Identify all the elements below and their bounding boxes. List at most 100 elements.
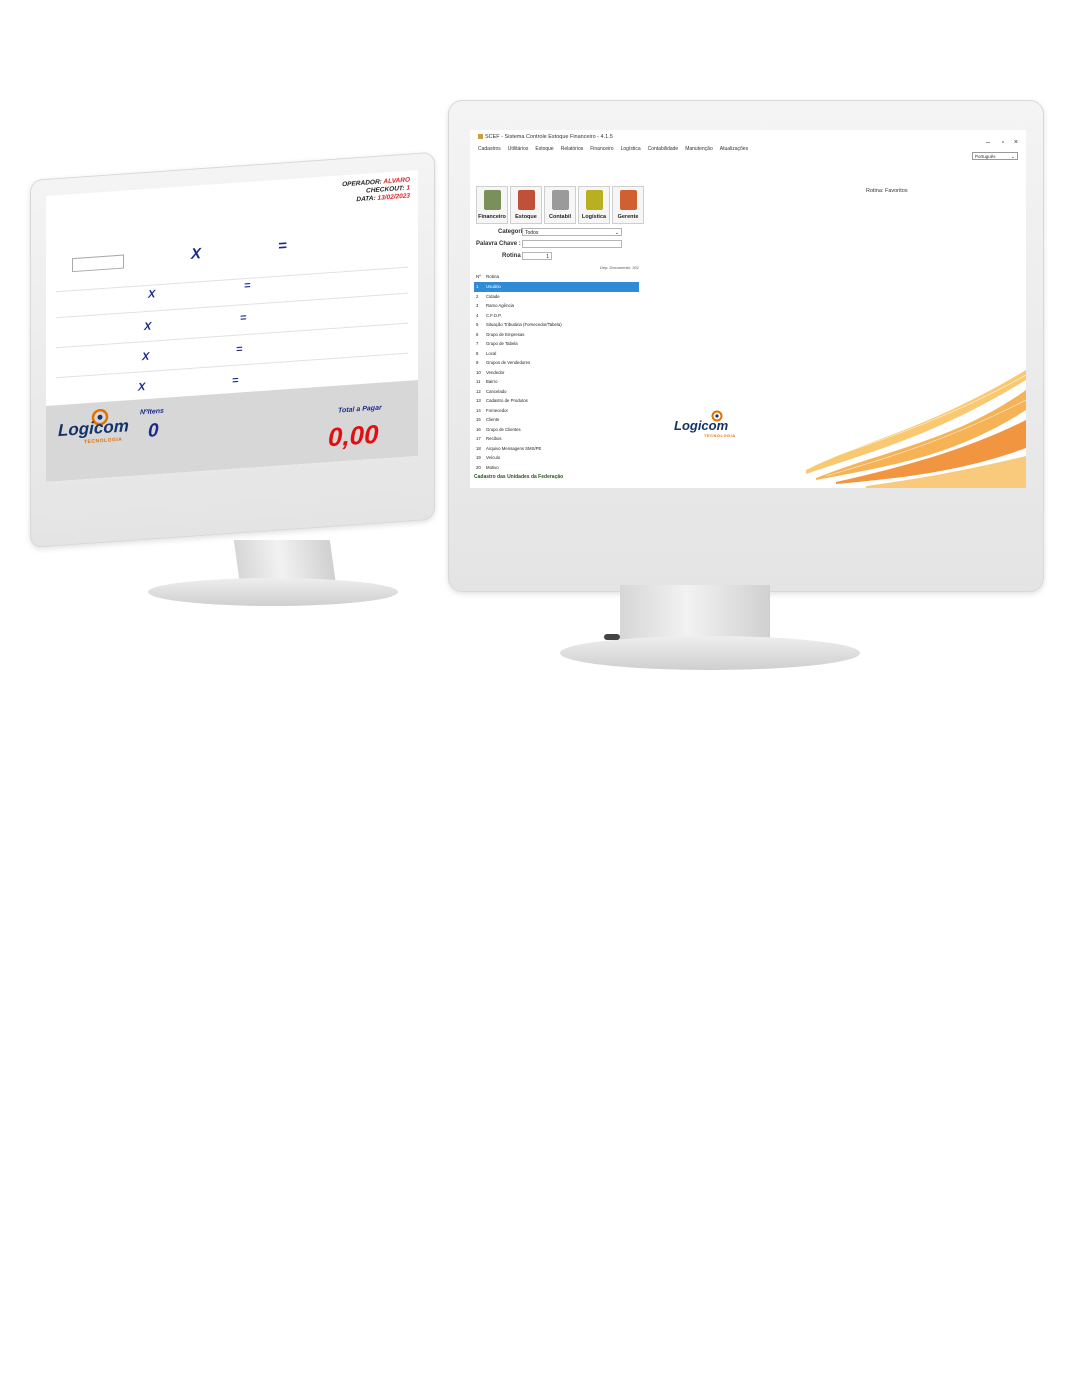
list-item[interactable]: 20 Motivo xyxy=(474,463,639,473)
item-name: Arquivo Mensagens SMS/PE xyxy=(486,445,542,451)
list-item[interactable]: 12 Cancelado xyxy=(474,387,639,397)
item-name: Local xyxy=(486,350,497,356)
status-bar: Cadastro das Unidades da Federação xyxy=(474,474,564,480)
header-rotina: Rotina xyxy=(486,274,500,279)
module-estoque-button[interactable]: Estoque xyxy=(510,186,542,224)
list-item[interactable]: 4 C.F.O.P. xyxy=(474,311,639,321)
itens-value: 0 xyxy=(148,420,159,442)
item-name: Cancelado xyxy=(486,388,507,394)
language-select[interactable]: Português ⌄ xyxy=(972,152,1018,160)
menu-contabilidade[interactable]: Contabilidade xyxy=(648,146,679,154)
item-number: 14 xyxy=(476,407,481,413)
item-number: 3 xyxy=(476,303,479,308)
list-item[interactable]: 13 Cadastro de Produtos xyxy=(474,396,639,406)
list-item[interactable]: 10 Vendedor xyxy=(474,368,639,378)
erp-monitor: SCEF - Sistema Controle Estoque Financei… xyxy=(0,100,1071,1392)
item-name: Grupo de Clientes xyxy=(486,426,521,432)
module-financeiro-button[interactable]: Financeiro xyxy=(476,186,508,224)
item-name: Usuário xyxy=(486,284,501,289)
module-contabil-button[interactable]: Contabil xyxy=(544,186,576,224)
barcode-input[interactable] xyxy=(72,254,124,273)
list-header: Nº Rotina xyxy=(474,274,639,282)
chevron-down-icon: ⌄ xyxy=(614,230,619,236)
row-total-eq: = xyxy=(236,343,243,356)
maximize-button[interactable]: ▫ xyxy=(1002,139,1004,146)
menu-bar: Cadastros Utilitários Estoque Relatórios… xyxy=(478,146,748,154)
item-name: Bairro xyxy=(486,379,498,384)
close-button[interactable]: × xyxy=(1014,139,1018,146)
row-qty-x: X xyxy=(142,350,150,364)
item-name: Cliente xyxy=(486,417,500,422)
erp-monitor-stand-base xyxy=(560,636,860,670)
item-number: 8 xyxy=(476,350,479,356)
list-item[interactable]: 18 Arquivo Mensagens SMS/PE xyxy=(474,444,639,454)
menu-financeiro[interactable]: Financeiro xyxy=(590,146,613,154)
item-name: Fornecedor xyxy=(486,407,508,413)
list-item[interactable]: 8 Local xyxy=(474,349,639,359)
logo-tagline: TECNOLOGIA xyxy=(84,436,123,446)
item-number: 15 xyxy=(476,417,481,422)
list-item xyxy=(56,322,408,349)
item-total-eq: = xyxy=(278,237,287,255)
checkout-value: 1 xyxy=(406,184,410,192)
data-value: 13/02/2023 xyxy=(377,192,410,202)
orange-swoosh-decoration xyxy=(806,370,1026,488)
rotina-label: Rotina : xyxy=(502,253,525,259)
list-item[interactable]: 17 Recibos xyxy=(474,434,639,444)
item-number: 19 xyxy=(476,455,481,460)
chevron-down-icon: ⌄ xyxy=(1010,154,1015,160)
item-number: 2 xyxy=(476,293,479,299)
item-name: Situação Tributária (Fornecedor/Tabela) xyxy=(486,322,562,327)
item-number: 6 xyxy=(476,331,479,337)
list-item[interactable]: 7 Grupo de Tabela xyxy=(474,339,639,349)
list-item xyxy=(56,266,408,293)
itens-label: NºItens xyxy=(140,407,164,417)
menu-utilitarios[interactable]: Utilitários xyxy=(508,146,529,154)
list-item[interactable]: 9 Grupos de Vendedores xyxy=(474,358,639,368)
menu-atualizacoes[interactable]: Atualizações xyxy=(720,146,748,154)
rotina-list: 1 Usuário 2 Cidade 3 Ramo Agência 4 C.F.O.P.… xyxy=(474,282,639,472)
list-item[interactable]: 11 Bairro xyxy=(474,377,639,387)
rotina-title: Rotina: Favoritos xyxy=(866,188,908,194)
item-number: 16 xyxy=(476,426,481,432)
module-gerente-button[interactable]: Gerente xyxy=(612,186,644,224)
item-name: Cidade xyxy=(486,293,500,299)
list-item[interactable]: 2 Cidade xyxy=(474,292,639,302)
rotina-input[interactable]: 1 xyxy=(522,252,552,260)
pesquisa-info: Dep. Documento: 301 xyxy=(600,265,639,270)
list-item[interactable]: 1 Usuário xyxy=(474,282,639,292)
module-label: Financeiro xyxy=(478,214,506,220)
item-number: 1 xyxy=(476,284,479,289)
language-value: Português xyxy=(975,154,996,159)
categoria-select[interactable]: Todos ⌄ xyxy=(522,228,622,236)
row-qty-x: X xyxy=(138,381,146,394)
module-label: Contabil xyxy=(549,214,571,220)
total-value: 0,00 xyxy=(328,418,379,453)
palavra-chave-input[interactable] xyxy=(522,240,622,248)
item-name: Ramo Agência xyxy=(486,303,514,308)
menu-cadastros[interactable]: Cadastros xyxy=(478,146,501,154)
minimize-button[interactable]: – xyxy=(986,139,990,146)
app-icon xyxy=(478,134,483,140)
module-logistica-button[interactable]: Logística xyxy=(578,186,610,224)
menu-relatorios[interactable]: Relatórios xyxy=(561,146,584,154)
list-item[interactable]: 15 Cliente xyxy=(474,415,639,425)
item-number: 18 xyxy=(476,445,481,451)
data-label: DATA: xyxy=(356,194,376,204)
list-item[interactable]: 16 Grupo de Clientes xyxy=(474,425,639,435)
list-item[interactable]: 14 Fornecedor xyxy=(474,406,639,416)
list-item[interactable]: 5 Situação Tributária (Fornecedor/Tabela) xyxy=(474,320,639,330)
palavra-chave-label: Palavra Chave : xyxy=(476,241,521,247)
item-number: 9 xyxy=(476,360,479,365)
list-item[interactable]: 19 Veículo xyxy=(474,453,639,463)
row-qty-x: X xyxy=(148,288,156,301)
menu-manutencao[interactable]: Manutenção xyxy=(685,146,713,154)
menu-logistica[interactable]: Logística xyxy=(621,146,641,154)
item-number: 7 xyxy=(476,341,479,346)
menu-estoque[interactable]: Estoque xyxy=(535,146,553,154)
boxes-icon xyxy=(518,190,535,210)
list-item[interactable]: 3 Ramo Agência xyxy=(474,301,639,311)
list-item[interactable]: 6 Grupo de Empresas xyxy=(474,330,639,340)
logo-tagline: TECNOLOGIA xyxy=(704,433,736,438)
module-label: Gerente xyxy=(617,214,639,220)
